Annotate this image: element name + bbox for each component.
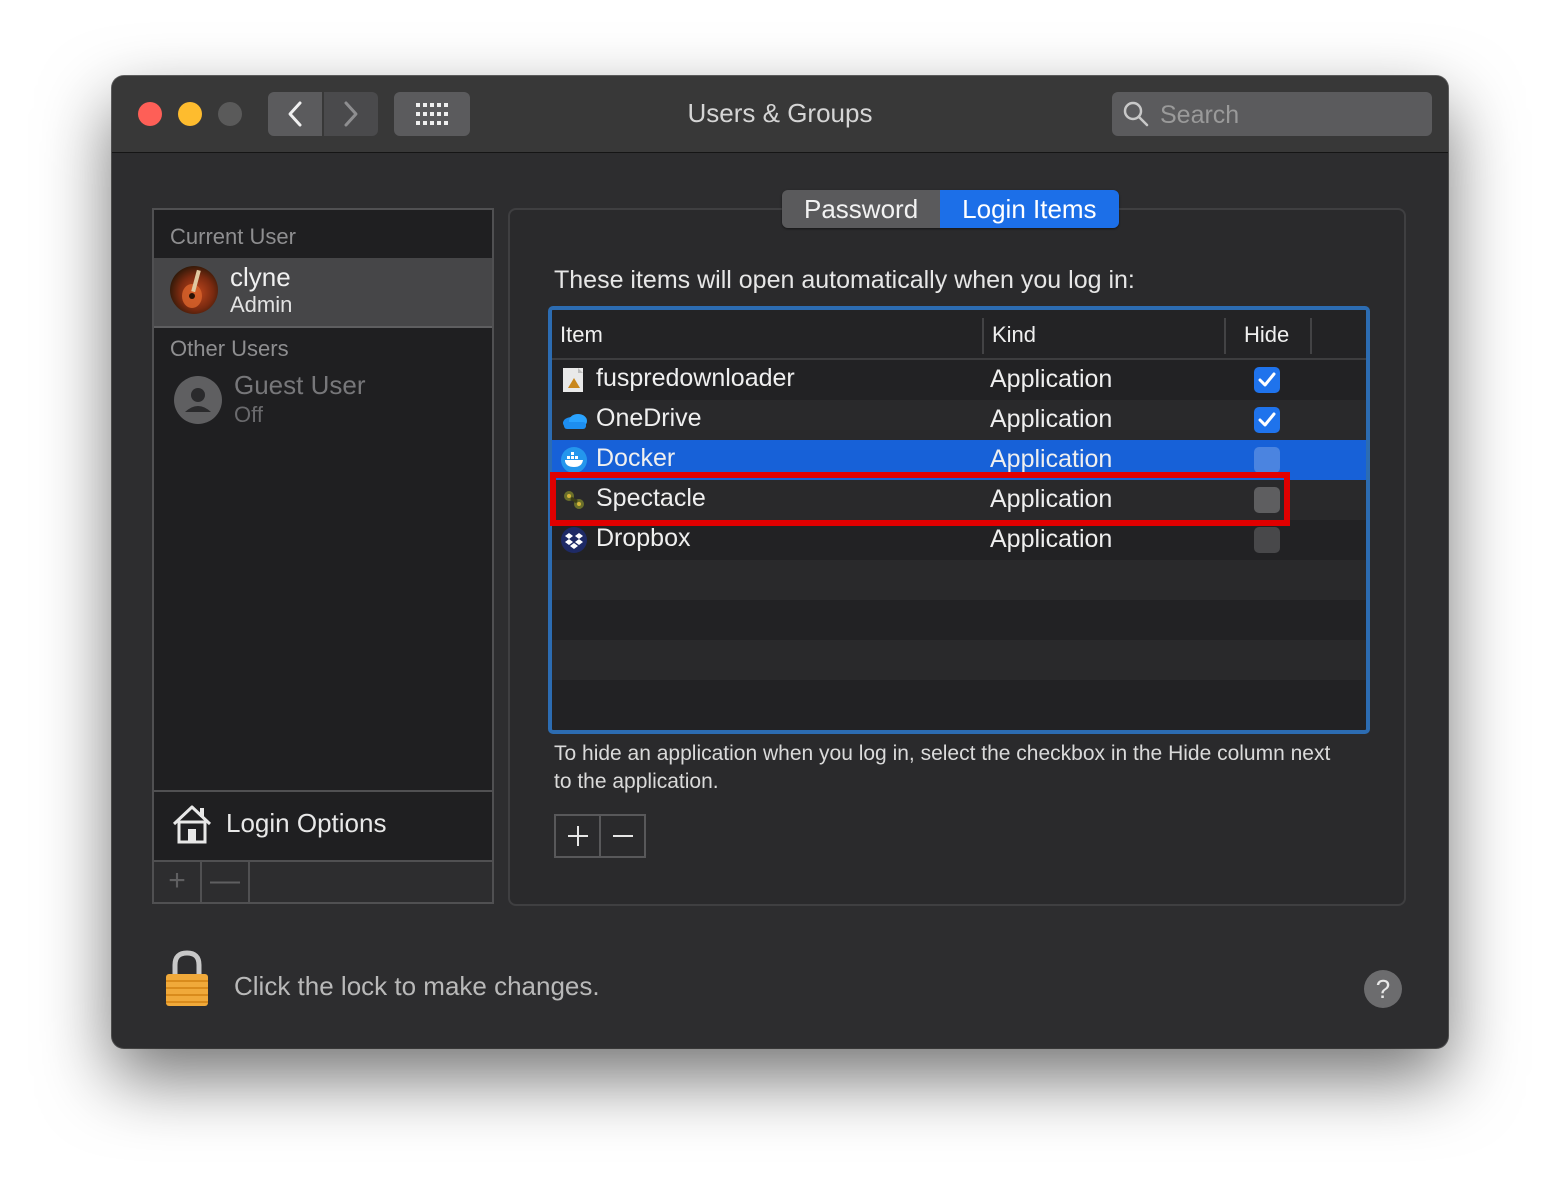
spectacle-icon [564, 491, 584, 509]
avatar [170, 266, 218, 314]
empty-row [552, 640, 1366, 680]
guest-user-status: Off [234, 402, 263, 427]
search-icon [1123, 101, 1149, 127]
title-bar: Users & Groups [112, 76, 1448, 153]
users-groups-window: Users & Groups Current User clyne Admin … [112, 76, 1448, 1048]
user-row-clyne[interactable]: clyne Admin [154, 258, 492, 328]
add-login-item-button[interactable] [556, 816, 599, 856]
remove-login-item-button[interactable] [599, 816, 644, 856]
dropbox-icon [561, 527, 587, 553]
hide-checkbox[interactable] [1254, 447, 1280, 473]
script-app-icon [563, 368, 583, 392]
onedrive-icon [563, 414, 587, 429]
empty-row [552, 560, 1366, 600]
empty-row [552, 600, 1366, 640]
minus-icon [612, 835, 633, 837]
lock-icon [166, 950, 208, 1006]
lock-status-text: Click the lock to make changes. [234, 971, 600, 1001]
lock-button[interactable] [164, 950, 210, 1013]
column-header-hide[interactable]: Hide [1244, 322, 1289, 348]
guest-avatar [174, 376, 222, 424]
user-list: Current User clyne Admin Other Users Gue… [152, 208, 494, 904]
item-name: Docker [596, 444, 676, 472]
item-kind: Application [990, 365, 1113, 393]
column-divider [1224, 318, 1226, 354]
item-kind: Application [990, 405, 1113, 433]
item-name: Dropbox [596, 524, 691, 552]
column-divider [982, 318, 984, 354]
current-user-name: clyne [230, 262, 291, 292]
tab-password[interactable]: Password [782, 190, 941, 228]
login-items-table: Item Kind Hide fuspredownloader Applicat… [548, 306, 1370, 734]
house-icon [172, 805, 212, 844]
table-row[interactable]: Spectacle Application [552, 480, 1366, 520]
current-user-header: Current User [170, 224, 296, 249]
current-user-role: Admin [230, 292, 293, 317]
table-row[interactable]: Docker Application [552, 440, 1366, 480]
table-row[interactable]: fuspredownloader Application [552, 360, 1366, 400]
other-users-header: Other Users [170, 336, 289, 361]
hide-help-text: To hide an application when you log in, … [554, 742, 1331, 793]
table-row[interactable]: OneDrive Application [552, 400, 1366, 440]
item-kind: Application [990, 485, 1113, 513]
guest-user-name: Guest User [234, 370, 366, 400]
item-kind: Application [990, 525, 1113, 553]
column-header-item[interactable]: Item [560, 322, 603, 348]
login-options-label: Login Options [226, 808, 387, 838]
user-list-footer: + — [154, 862, 492, 902]
column-header-kind[interactable]: Kind [992, 322, 1036, 348]
plus-icon [567, 826, 588, 846]
checkmark-icon [1258, 412, 1276, 427]
item-name: OneDrive [596, 404, 702, 432]
remove-user-button[interactable]: — [202, 862, 250, 902]
login-options-item[interactable]: Login Options [154, 790, 492, 862]
column-divider [1310, 318, 1312, 354]
person-icon [185, 388, 211, 412]
empty-row [552, 680, 1366, 720]
hide-checkbox[interactable] [1254, 407, 1280, 433]
search-input[interactable] [1158, 92, 1422, 138]
table-row[interactable]: Dropbox Application [552, 520, 1366, 560]
table-header: Item Kind Hide [552, 310, 1366, 360]
item-name: Spectacle [596, 484, 706, 512]
checkmark-icon [1258, 372, 1276, 387]
login-items-intro: These items will open automatically when… [554, 266, 1135, 294]
hide-checkbox[interactable] [1254, 487, 1280, 513]
tab-login-items[interactable]: Login Items [940, 190, 1119, 228]
login-items-add-remove [554, 814, 646, 858]
hide-checkbox[interactable] [1254, 367, 1280, 393]
search-field[interactable] [1112, 92, 1432, 138]
tab-bar: Password Login Items [782, 190, 1119, 228]
add-user-button[interactable]: + [154, 862, 202, 902]
help-button[interactable]: ? [1364, 970, 1402, 1008]
item-name: fuspredownloader [596, 364, 795, 392]
docker-icon [561, 447, 587, 473]
item-kind: Application [990, 445, 1113, 473]
guitar-avatar-icon [182, 269, 202, 308]
hide-checkbox[interactable] [1254, 527, 1280, 553]
